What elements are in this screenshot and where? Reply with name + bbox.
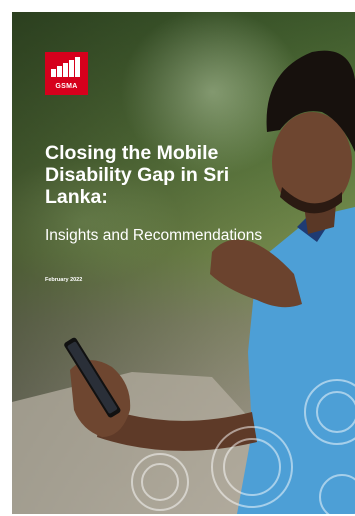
report-cover: GSMA Closing the Mobile Disability Gap i… — [12, 12, 355, 514]
cover-title: Closing the Mobile Disability Gap in Sri… — [45, 142, 230, 208]
gsma-logo: GSMA — [45, 52, 88, 95]
signal-bars-icon — [51, 57, 80, 77]
cover-subtitle: Insights and Recommendations — [45, 227, 263, 244]
publication-date: February 2022 — [45, 277, 83, 283]
logo-wordmark: GSMA — [55, 83, 78, 90]
